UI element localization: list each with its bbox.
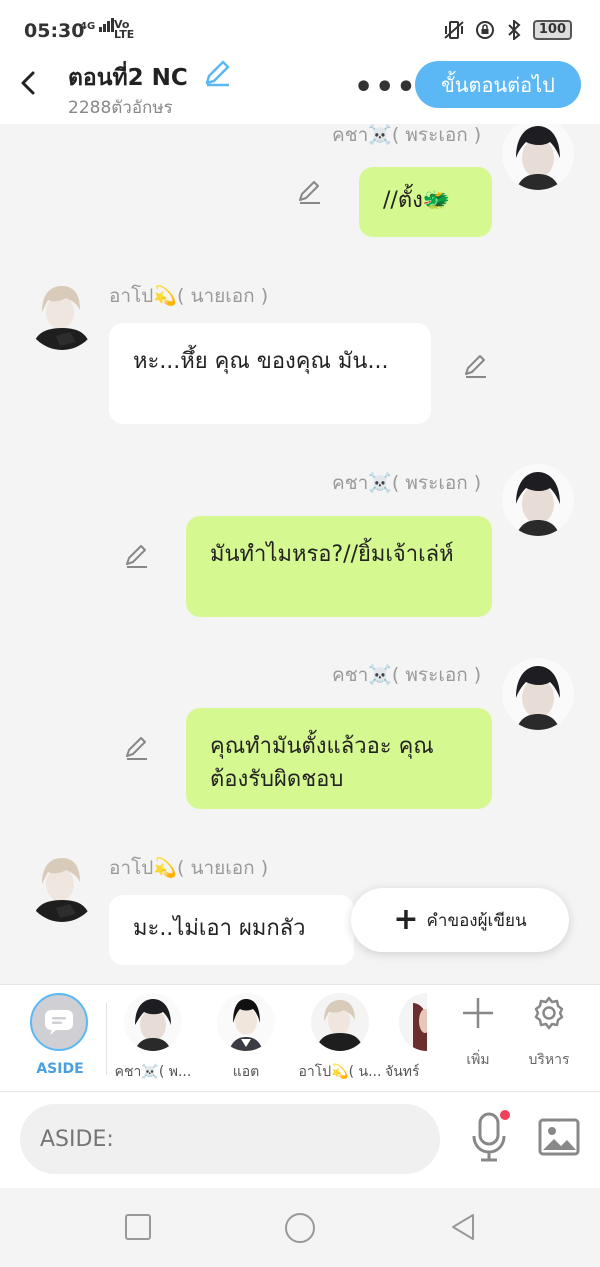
edit-message-pencil-icon[interactable] [123,734,151,762]
message-bubble[interactable]: มันทำไมหรอ?//ยิ้มเจ้าเล่ห์ [186,516,492,617]
app-header: ตอนที่2 NC 2288ตัวอักษร ••• ขั้นตอนต่อไป [0,58,600,124]
episode-title: ตอนที่2 NC [68,65,188,91]
speaker-name: อาโป💫( นายเอก ) [109,857,269,879]
character-option[interactable]: อาโป💫( น... [295,993,385,1083]
chat-area[interactable]: คชา☠️( พระเอก ) //ตั้ง🐲 อาโป💫( นายเอก ) … [0,124,600,984]
edit-message-pencil-icon[interactable] [462,352,490,380]
aside-button[interactable]: ASIDE [30,993,90,1077]
avatar-kacha[interactable] [502,124,574,190]
message-bubble[interactable]: //ตั้ง🐲 [359,167,492,237]
recent-apps-icon[interactable] [123,1212,153,1242]
image-icon[interactable] [538,1118,580,1156]
speaker-name: คชา☠️( พระเอก ) [332,472,482,494]
more-options-button[interactable]: ••• [354,70,418,105]
speaker-name: อาโป💫( นายเอก ) [109,285,269,307]
network-type: 4G [80,21,96,32]
message-bubble[interactable]: มะ..ไม่เอา ผมกลัว [109,895,354,965]
character-avatar [217,993,275,1051]
character-option[interactable]: คชา☠️( พ... [108,993,198,1083]
speaker-name: คชา☠️( พระเอก ) [332,664,482,686]
message-bubble[interactable]: คุณทำมันตั้งแล้วอะ คุณต้องรับผิดชอบ [186,708,492,809]
gear-icon [534,996,564,1030]
aside-label: ASIDE [36,1061,84,1077]
add-label: เพิ่ม [466,1052,490,1068]
avatar-apo[interactable] [26,850,98,922]
next-step-button[interactable]: ขั้นตอนต่อไป [415,61,581,108]
manage-characters-button[interactable]: บริหาร [519,995,579,1071]
status-time: 05:30 [24,20,85,42]
character-count: 2288ตัวอักษร [68,98,173,118]
network-indicator: 4G Vo LTE [80,18,134,40]
divider [106,1003,107,1075]
back-nav-icon[interactable] [448,1212,478,1242]
message-bubble[interactable]: หะ...หึ้ย คุณ ของคุณ มัน... [109,323,431,424]
edit-title-pencil-icon[interactable] [202,58,232,88]
character-avatar [399,993,427,1051]
character-name: อาโป💫( น... [298,1064,382,1080]
character-name: แอต [232,1064,260,1080]
character-avatar [311,993,369,1051]
add-character-button[interactable]: เพิ่ม [448,995,508,1071]
character-name: จันทร์ [385,1064,420,1080]
character-option[interactable]: แอต [201,993,291,1083]
manage-label: บริหาร [528,1052,570,1068]
bluetooth-icon [508,20,521,40]
battery-indicator: 100 [532,20,572,40]
character-avatar [124,993,182,1051]
system-nav-bar [0,1188,600,1267]
vibrate-icon [444,21,464,39]
status-bar: 05:30 4G Vo LTE 100 [0,0,600,58]
plus-icon: + [393,902,419,937]
edit-message-pencil-icon[interactable] [123,542,151,570]
avatar-kacha[interactable] [502,464,574,536]
speaker-name: คชา☠️( พระเอก ) [332,124,482,146]
author-note-button[interactable]: + คำของผู้เขียน [351,888,569,952]
aside-icon [30,993,88,1051]
aside-input[interactable] [20,1104,440,1174]
recording-dot [500,1110,510,1120]
character-name: คชา☠️( พ... [114,1064,192,1080]
home-icon[interactable] [284,1212,316,1244]
edit-message-pencil-icon[interactable] [296,178,324,206]
character-option[interactable]: จันทร์ [385,993,429,1083]
author-note-label: คำของผู้เขียน [426,910,527,931]
avatar-kacha[interactable] [502,658,574,730]
avatar-apo[interactable] [26,278,98,350]
status-icons: 100 [443,20,572,40]
lock-rotation-icon [475,21,494,39]
back-arrow-icon[interactable] [14,68,44,98]
signal-icon [98,18,114,32]
message-input-bar [0,1092,600,1188]
volte-indicator: Vo LTE [114,18,135,41]
character-selector-bar: ASIDE คชา☠️( พ... แอต อาโป💫( น... จันทร์… [0,984,600,1092]
plus-icon [463,998,493,1028]
